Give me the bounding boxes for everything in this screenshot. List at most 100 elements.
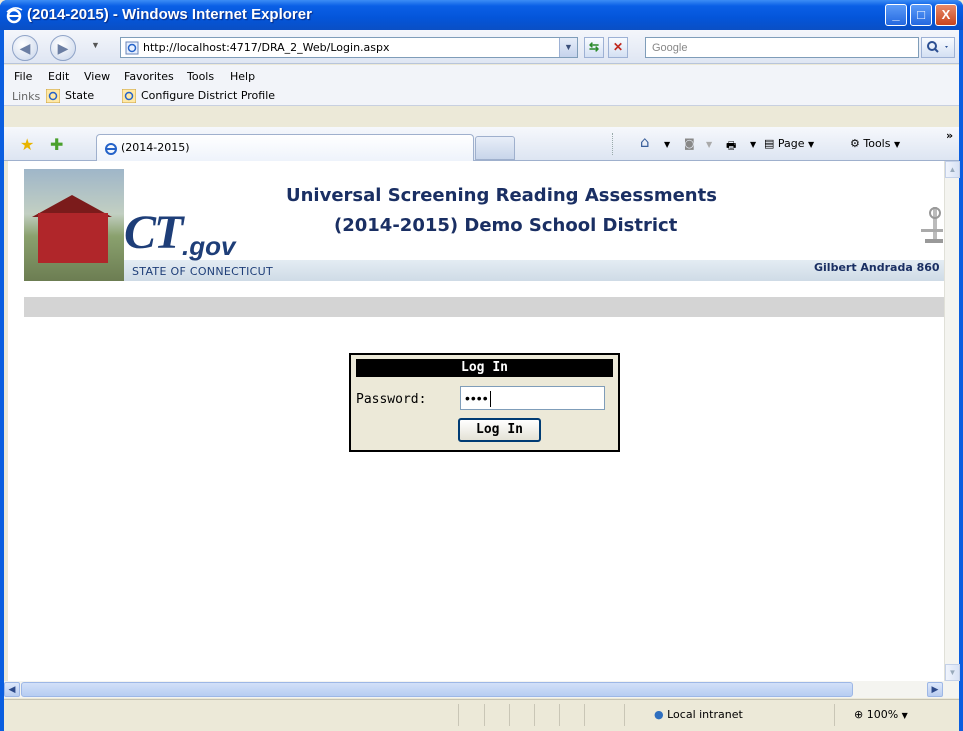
nav-bar-gray (24, 297, 944, 317)
menu-tools[interactable]: Tools (187, 70, 214, 83)
back-button[interactable]: ◀ (12, 35, 38, 61)
links-bar: Links State Configure District Profile (4, 86, 959, 106)
home-dropdown-icon[interactable]: ▼ (664, 140, 670, 149)
search-icon (927, 41, 948, 53)
scroll-right-icon[interactable]: ▶ (927, 682, 943, 697)
recent-pages-dropdown-icon[interactable]: ▼ (91, 40, 100, 50)
refresh-button[interactable]: ⇆ (584, 37, 604, 58)
tools-menu-label: Tools (863, 137, 891, 150)
browser-client: ◀ ▶ ▼ http://localhost:4717/DRA_2_Web/Lo… (4, 30, 960, 731)
text-caret (489, 391, 491, 408)
barn (38, 213, 108, 263)
search-placeholder: Google (652, 42, 688, 54)
status-divider (509, 704, 510, 726)
password-label: Password: (356, 392, 427, 407)
intranet-globe-icon: ● (654, 708, 664, 721)
page-heading-line2: (2014-2015) Demo School District (334, 215, 678, 236)
status-divider (534, 704, 535, 726)
ie-window: (2014-2015) - Windows Internet Explorer … (0, 0, 963, 731)
link-configure-label: Configure District Profile (141, 89, 276, 102)
status-divider (834, 704, 835, 726)
password-value: •••• (465, 390, 489, 406)
favorites-star-icon[interactable]: ★ (20, 135, 34, 155)
zoom-level: 100% (866, 708, 899, 721)
page-menu-icon: ▤ (764, 137, 775, 150)
state-of-connecticut: STATE OF CONNECTICUT (132, 265, 274, 278)
page-icon (125, 41, 139, 55)
print-icon[interactable]: 🖶 (726, 137, 736, 156)
security-zone[interactable]: ● Local intranet (654, 708, 743, 721)
login-header: Log In (356, 359, 613, 377)
user-info: Gilbert Andrada 860 (814, 261, 940, 274)
maximize-button[interactable]: □ (910, 4, 932, 26)
forward-arrow-icon: ▶ (57, 40, 69, 56)
stop-button[interactable]: ✕ (608, 37, 628, 58)
scroll-down-icon[interactable]: ▼ (945, 664, 960, 681)
status-divider (624, 704, 625, 726)
password-field[interactable]: •••• (460, 386, 605, 410)
status-divider (584, 704, 585, 726)
print-dropdown-icon[interactable]: ▼ (750, 140, 756, 149)
links-label: Links (12, 90, 41, 103)
menu-edit[interactable]: Edit (48, 70, 69, 83)
decorative-machine-icon (921, 207, 943, 243)
minimize-button[interactable]: _ (885, 4, 907, 26)
page-heading-line1: Universal Screening Reading Assessments (286, 185, 717, 206)
zoom-control[interactable]: ⊕ 100% ▼ (854, 708, 908, 721)
address-field[interactable]: http://localhost:4717/DRA_2_Web/Login.as… (120, 37, 578, 58)
title-bar: (2014-2015) - Windows Internet Explorer … (0, 0, 963, 30)
ie-page-icon (122, 89, 136, 103)
address-toolbar: ◀ ▶ ▼ http://localhost:4717/DRA_2_Web/Lo… (4, 30, 959, 64)
tab-current[interactable]: (2014-2015) (96, 134, 474, 161)
login-button[interactable]: Log In (458, 418, 541, 442)
horizontal-scrollbar[interactable]: ◀ ▶ (4, 681, 959, 698)
refresh-icon: ⇆ (588, 40, 600, 54)
tools-gear-icon: ⚙ (850, 137, 860, 150)
menu-view[interactable]: View (84, 70, 110, 83)
feeds-icon[interactable]: ◙ (684, 137, 695, 150)
page-content: CT .gov STATE OF CONNECTICUT Universal S… (8, 161, 944, 681)
menu-help[interactable]: Help (230, 70, 255, 83)
home-icon[interactable]: ⌂ (640, 133, 650, 151)
gov-logo: .gov (182, 231, 236, 261)
login-panel: Log In Password: •••• Log In (349, 353, 620, 452)
status-bar: ● Local intranet ⊕ 100% ▼ (4, 699, 959, 731)
menu-favorites[interactable]: Favorites (124, 70, 174, 83)
address-url: http://localhost:4717/DRA_2_Web/Login.as… (143, 41, 390, 54)
chevron-more-icon[interactable]: » (946, 129, 953, 142)
close-button[interactable]: X (935, 4, 957, 26)
link-configure-district-profile[interactable]: Configure District Profile (122, 89, 275, 103)
add-favorites-icon[interactable]: ✚ (50, 135, 63, 155)
scroll-up-icon[interactable]: ▲ (945, 161, 960, 178)
site-banner: CT .gov STATE OF CONNECTICUT Universal S… (24, 169, 944, 295)
tools-menu-button[interactable]: ⚙ Tools ▼ (850, 137, 900, 150)
address-dropdown-icon[interactable]: ▼ (559, 38, 577, 57)
barn-photo (24, 169, 124, 281)
ie-page-icon (46, 89, 60, 103)
ie-logo-icon (6, 7, 23, 24)
menu-file[interactable]: File (14, 70, 32, 83)
new-tab-button[interactable] (475, 136, 515, 160)
status-divider (458, 704, 459, 726)
search-button[interactable] (921, 37, 955, 58)
link-state[interactable]: State (46, 89, 94, 103)
horizontal-scroll-thumb[interactable] (21, 682, 853, 697)
scroll-left-icon[interactable]: ◀ (4, 682, 20, 697)
tab-bar: ★ ✚ (2014-2015) ⌂ ▼ ◙ ▼ 🖶 ▼ ▤ Page ▼ ⚙ T… (4, 127, 959, 161)
zoom-dropdown-icon: ▼ (901, 711, 908, 720)
toolbar-separator (612, 133, 613, 155)
feeds-dropdown-icon[interactable]: ▼ (706, 140, 712, 149)
tools-dropdown-icon: ▼ (893, 140, 901, 149)
security-zone-label: Local intranet (667, 708, 743, 721)
page-dropdown-icon: ▼ (808, 140, 815, 149)
ie-tab-icon (105, 143, 117, 155)
tab-label: (2014-2015) (121, 141, 190, 154)
window-title: (2014-2015) - Windows Internet Explorer (27, 6, 312, 23)
status-divider (484, 704, 485, 726)
search-input[interactable]: Google (645, 37, 919, 58)
page-menu-button[interactable]: ▤ Page ▼ (764, 137, 814, 150)
back-arrow-icon: ◀ (19, 40, 31, 56)
vertical-scrollbar[interactable]: ▲ ▼ (944, 161, 960, 681)
forward-button[interactable]: ▶ (50, 35, 76, 61)
zoom-icon: ⊕ (854, 708, 864, 721)
